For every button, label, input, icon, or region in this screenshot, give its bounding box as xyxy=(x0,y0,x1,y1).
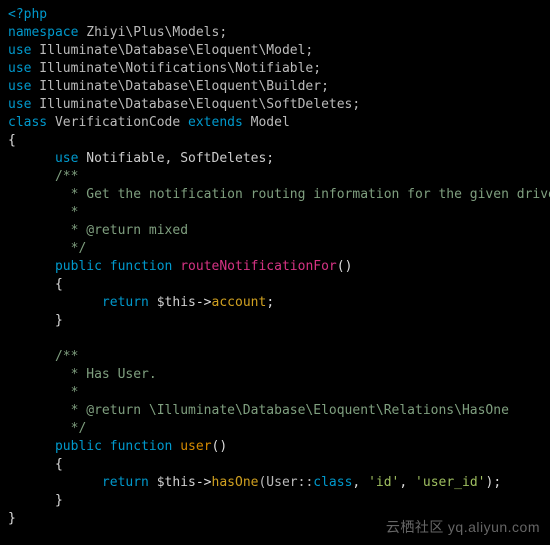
indent xyxy=(8,295,102,310)
kw-use: use xyxy=(8,97,31,112)
kw-use: use xyxy=(8,79,31,94)
code-block: <?php namespace Zhiyi\Plus\Models; use I… xyxy=(0,0,550,534)
brace-close: } xyxy=(55,313,63,328)
indent xyxy=(8,493,55,508)
string-literal-user-id: 'user_id' xyxy=(415,475,485,490)
indent xyxy=(8,313,55,328)
args-open: (User:: xyxy=(258,475,313,490)
kw-return: return xyxy=(102,475,149,490)
indent xyxy=(8,259,55,274)
indent xyxy=(8,277,55,292)
use-path-4: Illuminate\Database\Eloquent\SoftDeletes… xyxy=(31,97,360,112)
code-editor-viewport: <?php namespace Zhiyi\Plus\Models; use I… xyxy=(0,0,550,545)
var-this: $this xyxy=(149,475,196,490)
method-name-routeNotificationFor: routeNotificationFor xyxy=(180,259,337,274)
arrow-op: -> xyxy=(196,295,212,310)
docblock-line: * xyxy=(55,205,78,220)
method-hasOne: hasOne xyxy=(212,475,259,490)
docblock-close: */ xyxy=(55,421,86,436)
docblock-line: * xyxy=(55,385,78,400)
prop-account: account xyxy=(212,295,267,310)
indent xyxy=(8,439,55,454)
arrow-op: -> xyxy=(196,475,212,490)
semicolon: ; xyxy=(266,295,274,310)
kw-class: class xyxy=(8,115,47,130)
docblock-close: */ xyxy=(55,241,86,256)
indent xyxy=(8,205,55,220)
comma: , xyxy=(399,475,415,490)
docblock-open: /** xyxy=(55,169,78,184)
brace-open: { xyxy=(55,277,63,292)
comma: , xyxy=(352,475,368,490)
indent xyxy=(8,367,55,382)
php-open-tag: <?php xyxy=(8,7,47,22)
var-this: $this xyxy=(149,295,196,310)
class-name: VerificationCode xyxy=(47,115,188,130)
docblock-line: * @return \Illuminate\Database\Eloquent\… xyxy=(55,403,509,418)
indent xyxy=(8,421,55,436)
kw-use: use xyxy=(8,61,31,76)
indent xyxy=(8,457,55,472)
docblock-line: * @return mixed xyxy=(55,223,188,238)
indent xyxy=(8,187,55,202)
kw-extends: extends xyxy=(188,115,243,130)
docblock-line: * Get the notification routing informati… xyxy=(55,187,550,202)
indent xyxy=(8,349,55,364)
semicolon: ; xyxy=(493,475,501,490)
kw-public: public xyxy=(55,259,102,274)
brace-open: { xyxy=(8,133,16,148)
docblock-open: /** xyxy=(55,349,78,364)
docblock-line: * Has User. xyxy=(55,367,157,382)
kw-class-const: class xyxy=(313,475,352,490)
brace-close: } xyxy=(55,493,63,508)
namespace-path: Zhiyi\Plus\Models; xyxy=(78,25,227,40)
kw-return: return xyxy=(102,295,149,310)
string-literal-id: 'id' xyxy=(368,475,399,490)
indent xyxy=(8,403,55,418)
use-path-3: Illuminate\Database\Eloquent\Builder; xyxy=(31,79,328,94)
trait-names: Notifiable, SoftDeletes; xyxy=(78,151,274,166)
indent xyxy=(8,475,102,490)
method-name-user: user xyxy=(180,439,211,454)
indent xyxy=(8,385,55,400)
kw-use-traits: use xyxy=(55,151,78,166)
kw-function: function xyxy=(102,259,180,274)
indent xyxy=(8,151,55,166)
indent xyxy=(8,241,55,256)
parens: () xyxy=(337,259,353,274)
indent xyxy=(8,223,55,238)
kw-namespace: namespace xyxy=(8,25,78,40)
brace-close: } xyxy=(8,511,16,526)
brace-open: { xyxy=(55,457,63,472)
parens: () xyxy=(212,439,228,454)
extends-name: Model xyxy=(243,115,290,130)
kw-public: public xyxy=(55,439,102,454)
indent xyxy=(8,169,55,184)
use-path-1: Illuminate\Database\Eloquent\Model; xyxy=(31,43,313,58)
kw-function: function xyxy=(102,439,180,454)
kw-use: use xyxy=(8,43,31,58)
use-path-2: Illuminate\Notifications\Notifiable; xyxy=(31,61,321,76)
